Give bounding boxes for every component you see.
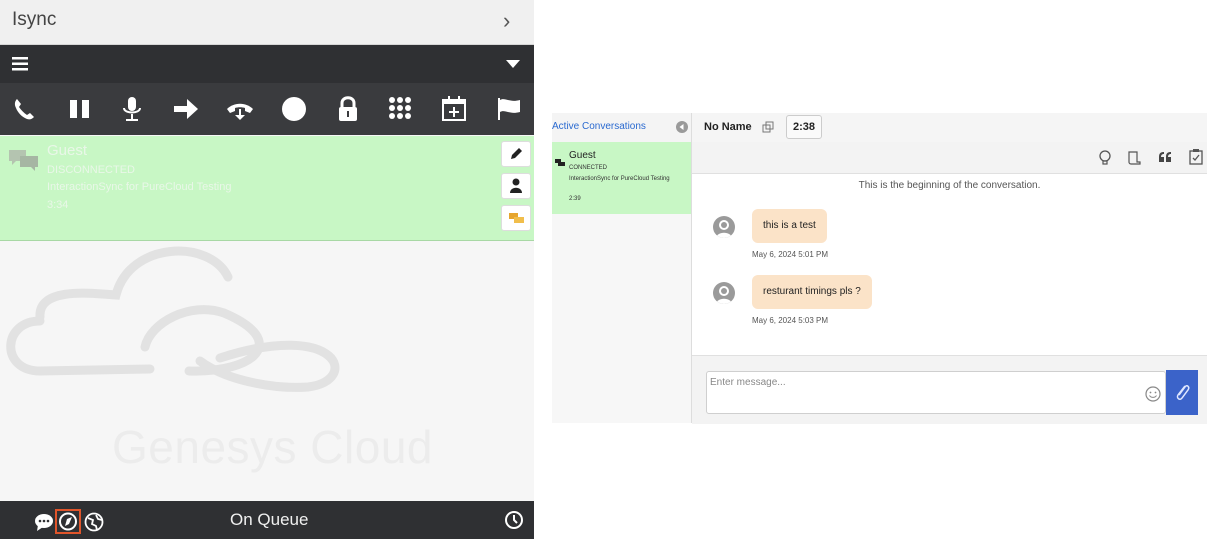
calendar-add-icon[interactable] [438,93,470,125]
interaction-duration: 3:34 [47,199,69,211]
conversation-queue: InteractionSync for PureCloud Testing [569,176,670,182]
brand-watermark: Genesys Cloud [112,421,433,473]
collapse-icon[interactable] [676,121,688,133]
message-timestamp: May 6, 2024 5:03 PM [752,316,829,325]
flag-icon[interactable] [493,93,525,125]
pencil-icon [511,148,522,159]
message-timestamp: May 6, 2024 5:01 PM [752,250,829,259]
avatar [713,216,735,238]
pause-icon[interactable] [64,93,96,125]
chat-bubbles-icon [509,213,524,223]
chat-bubbles-icon [555,159,565,166]
conversation-name: Guest [569,150,596,161]
hangup-icon[interactable] [224,93,256,125]
message-input-placeholder: Enter message... [710,377,786,388]
timer-value: 2:38 [793,121,816,133]
menu-bar [0,45,534,83]
conversation-list-header: Active Conversations [552,113,691,143]
active-conversations-label: Active Conversations [552,121,646,132]
timer-badge: 2:38 [786,115,822,139]
call-toolbar [0,83,534,135]
message-composer: Enter message... [692,355,1207,424]
conversation-state: CONNECTED [569,165,608,171]
compass-icon [59,512,77,531]
message-bubble: resturant timings pls ? [752,275,872,309]
message-input[interactable]: Enter message... [706,371,1166,414]
phone-icon[interactable] [8,93,40,125]
panel-title: Isync [12,9,57,30]
chevron-right-icon[interactable]: › [503,8,510,34]
conversation-beginning-text: This is the beginning of the conversatio… [858,180,1041,191]
conversation-duration: 2:39 [569,196,581,202]
interaction-card[interactable]: Guest DISCONNECTED InteractionSync for P… [0,136,534,241]
conversation-list-item[interactable]: Guest CONNECTED InteractionSync for Pure… [552,142,691,214]
queue-status[interactable]: On Queue [230,510,308,530]
lock-icon[interactable] [332,93,364,125]
panel-header: Isync › [0,0,534,45]
chat-window-button[interactable] [501,205,531,231]
paperclip-icon [1176,385,1190,400]
interaction-queue: InteractionSync for PureCloud Testing [47,181,232,193]
dropdown-caret-icon[interactable] [506,60,520,68]
interaction-state: DISCONNECTED [47,164,136,176]
chat-bubbles-icon [9,150,38,171]
clipboard-check-icon[interactable] [1189,149,1203,165]
attach-button[interactable] [1166,370,1198,415]
script-icon[interactable] [1126,150,1142,166]
globe-icon[interactable] [84,512,104,532]
clock-icon[interactable] [504,510,524,530]
edit-button[interactable] [501,141,531,167]
interaction-name: Guest [47,142,88,159]
compass-button[interactable] [55,509,81,534]
hamburger-menu-icon[interactable] [12,57,28,71]
chat-transcript: This is the beginning of the conversatio… [692,174,1207,355]
contact-button[interactable] [501,173,531,199]
lightbulb-icon[interactable] [1098,150,1112,166]
record-icon[interactable] [278,93,310,125]
chat-tools-bar [692,142,1207,174]
message-bubble: this is a test [752,209,827,243]
chat-status-icon[interactable] [34,513,54,531]
emoji-icon[interactable] [1145,386,1161,402]
chat-title: No Name [704,121,752,133]
transfer-arrow-icon[interactable] [170,93,202,125]
quote-icon[interactable] [1158,151,1172,163]
chat-header: No Name 2:38 [692,113,1207,143]
microphone-icon[interactable] [116,93,148,125]
person-icon [510,178,522,193]
copy-icon[interactable] [762,121,774,133]
dialpad-icon[interactable] [384,93,416,125]
avatar [713,282,735,304]
